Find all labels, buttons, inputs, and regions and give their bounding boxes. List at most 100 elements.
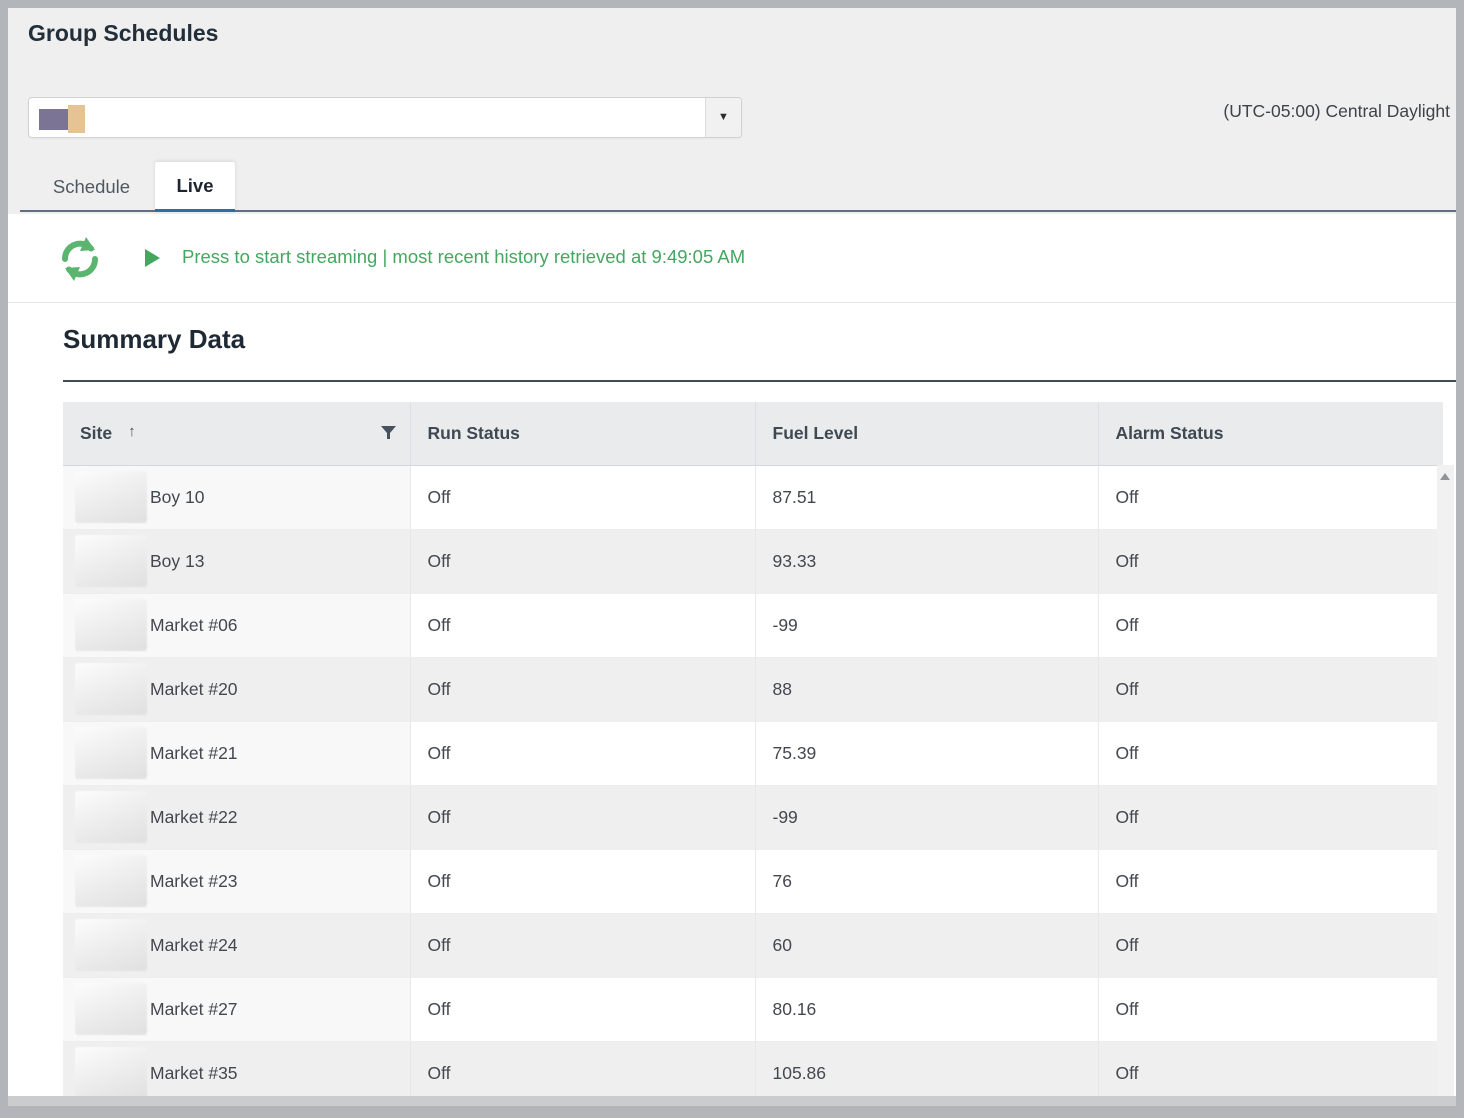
run-status-cell: Off [410, 465, 755, 529]
alarm-status-cell: Off [1098, 977, 1443, 1041]
run-status-cell: Off [410, 593, 755, 657]
tabstrip: Schedule Live [20, 164, 1456, 212]
run-status-cell: Off [410, 1041, 755, 1096]
alarm-status-cell: Off [1098, 657, 1443, 721]
run-status-cell: Off [410, 529, 755, 593]
run-status-cell: Off [410, 977, 755, 1041]
site-name: Market #22 [150, 807, 238, 828]
fuel-level-cell: 93.33 [755, 529, 1098, 593]
site-cell: Market #27 [63, 977, 410, 1041]
table-row[interactable]: Boy 13 Off 93.33 Off [63, 529, 1443, 593]
refresh-icon[interactable] [58, 235, 102, 283]
run-status-cell: Off [410, 849, 755, 913]
fuel-level-cell: -99 [755, 593, 1098, 657]
tab-schedule[interactable]: Schedule [28, 164, 155, 210]
alarm-status-cell: Off [1098, 529, 1443, 593]
vertical-scrollbar[interactable] [1437, 465, 1454, 1096]
column-header-site[interactable]: Site ↑ [63, 402, 410, 465]
site-name: Boy 13 [150, 551, 204, 572]
timezone-label: (UTC-05:00) Central Daylight [1223, 101, 1450, 122]
alarm-status-cell: Off [1098, 465, 1443, 529]
redaction-block [68, 105, 85, 133]
table-row[interactable]: Boy 10 Off 87.51 Off [63, 465, 1443, 529]
table-row[interactable]: Market #20 Off 88 Off [63, 657, 1443, 721]
fuel-level-cell: 105.86 [755, 1041, 1098, 1096]
group-select-combobox[interactable]: ▼ [28, 97, 742, 138]
heading-divider [63, 380, 1456, 382]
run-status-cell: Off [410, 785, 755, 849]
site-cell: Market #23 [63, 849, 410, 913]
redacted-site-prefix [75, 471, 147, 523]
filter-icon[interactable] [381, 426, 396, 440]
tab-live[interactable]: Live [155, 162, 235, 212]
site-cell: Boy 13 [63, 529, 410, 593]
redacted-site-prefix [75, 855, 147, 907]
redaction-block [39, 109, 68, 130]
table-row[interactable]: Market #23 Off 76 Off [63, 849, 1443, 913]
redacted-site-prefix [75, 535, 147, 587]
fuel-level-cell: 87.51 [755, 465, 1098, 529]
site-cell: Market #20 [63, 657, 410, 721]
table-row[interactable]: Market #22 Off -99 Off [63, 785, 1443, 849]
redacted-site-prefix [75, 727, 147, 779]
fuel-level-cell: 76 [755, 849, 1098, 913]
chevron-down-icon: ▼ [718, 112, 729, 123]
summary-table: Site ↑ Run Status Fuel Level Alarm Statu… [63, 402, 1443, 1096]
redacted-site-prefix [75, 663, 147, 715]
table-body: Boy 10 Off 87.51 Off Boy 13 Off 93.33 Of… [63, 465, 1443, 1096]
table-row[interactable]: Market #27 Off 80.16 Off [63, 977, 1443, 1041]
run-status-cell: Off [410, 657, 755, 721]
site-name: Market #23 [150, 871, 238, 892]
table-row[interactable]: Market #06 Off -99 Off [63, 593, 1443, 657]
site-cell: Boy 10 [63, 465, 410, 529]
stream-status-message[interactable]: Press to start streaming | most recent h… [182, 246, 745, 268]
table-row[interactable]: Market #24 Off 60 Off [63, 913, 1443, 977]
page-title: Group Schedules [28, 20, 218, 47]
play-icon[interactable] [145, 249, 160, 267]
redacted-group-name [39, 105, 85, 133]
table-header-row: Site ↑ Run Status Fuel Level Alarm Statu… [63, 402, 1443, 465]
site-name: Market #27 [150, 999, 238, 1020]
alarm-status-cell: Off [1098, 913, 1443, 977]
site-name: Boy 10 [150, 487, 204, 508]
scroll-up-icon[interactable] [1440, 473, 1450, 480]
table-row[interactable]: Market #35 Off 105.86 Off [63, 1041, 1443, 1096]
alarm-status-cell: Off [1098, 1041, 1443, 1096]
column-header-alarm-status[interactable]: Alarm Status [1098, 402, 1443, 465]
alarm-status-cell: Off [1098, 849, 1443, 913]
column-header-run-status[interactable]: Run Status [410, 402, 755, 465]
alarm-status-cell: Off [1098, 721, 1443, 785]
fuel-level-cell: 88 [755, 657, 1098, 721]
live-tab-content: Press to start streaming | most recent h… [8, 214, 1456, 1106]
alarm-status-cell: Off [1098, 593, 1443, 657]
run-status-cell: Off [410, 721, 755, 785]
site-name: Market #06 [150, 615, 238, 636]
site-name: Market #35 [150, 1063, 238, 1084]
run-status-cell: Off [410, 913, 755, 977]
site-name: Market #20 [150, 679, 238, 700]
fuel-level-cell: 60 [755, 913, 1098, 977]
site-cell: Market #06 [63, 593, 410, 657]
redacted-site-prefix [75, 791, 147, 843]
site-name: Market #21 [150, 743, 238, 764]
dropdown-arrow-button[interactable]: ▼ [705, 98, 741, 137]
redacted-site-prefix [75, 599, 147, 651]
redacted-site-prefix [75, 1047, 147, 1096]
site-cell: Market #21 [63, 721, 410, 785]
summary-heading: Summary Data [63, 324, 245, 355]
site-cell: Market #35 [63, 1041, 410, 1096]
redacted-site-prefix [75, 983, 147, 1035]
redacted-site-prefix [75, 919, 147, 971]
fuel-level-cell: 75.39 [755, 721, 1098, 785]
sort-ascending-icon: ↑ [128, 423, 136, 440]
site-name: Market #24 [150, 935, 238, 956]
fuel-level-cell: -99 [755, 785, 1098, 849]
column-header-fuel-level[interactable]: Fuel Level [755, 402, 1098, 465]
stream-bar: Press to start streaming | most recent h… [8, 214, 1456, 303]
site-header-label: Site [80, 423, 112, 444]
site-cell: Market #24 [63, 913, 410, 977]
table-row[interactable]: Market #21 Off 75.39 Off [63, 721, 1443, 785]
alarm-status-cell: Off [1098, 785, 1443, 849]
summary-grid: Site ↑ Run Status Fuel Level Alarm Statu… [63, 402, 1456, 1096]
horizontal-scrollbar[interactable] [8, 1096, 1456, 1106]
